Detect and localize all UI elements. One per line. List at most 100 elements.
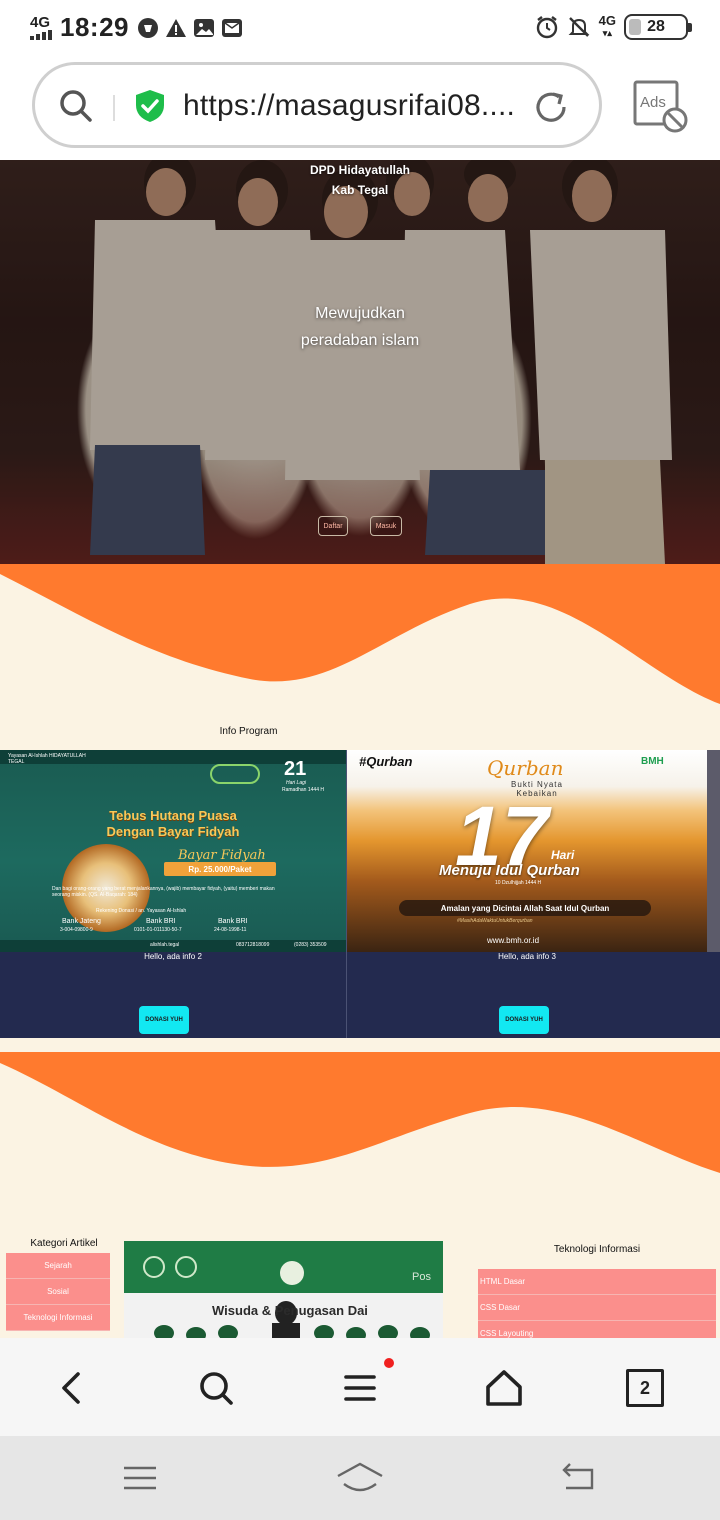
home-icon[interactable] <box>336 1458 384 1498</box>
login-button[interactable]: Masuk <box>370 516 402 536</box>
phone-screen: 4G 18:29 4G ▾▴ 28 https://masagusrifai08.… <box>0 0 720 1520</box>
category-item[interactable]: Sosial <box>6 1279 110 1305</box>
hero-tagline-line2: peradaban islam <box>300 332 420 349</box>
poster-bank-2-no: 0101-01-011130-50-7 <box>134 927 182 933</box>
wave-divider-2 <box>0 1038 720 1238</box>
poster-date: 10 Dzulhijjah 1444 H <box>495 880 542 886</box>
hero-org-name: DPD Hidayatullah Kab Tegal <box>0 160 720 200</box>
poster-rekening: Rekening Donasi / an. Yayasan Al-Ishlah <box>96 908 187 914</box>
wave-divider-1 <box>0 564 720 750</box>
hero-photo <box>0 160 720 564</box>
poster-body: Dan bagi orang-orang yang berat menjalan… <box>52 886 275 898</box>
category-item[interactable]: Teknologi Informasi <box>6 1305 110 1331</box>
tech-sidebar: Teknologi Informasi HTML Dasar CSS Dasar… <box>478 1244 716 1347</box>
poster-banner: Amalan yang Dicintai Allah Saat Idul Qur… <box>399 900 651 916</box>
url-text[interactable]: https://masagusrifai08.... <box>183 89 515 123</box>
mute-icon <box>568 17 590 37</box>
poster-hashtag: #Qurban <box>359 754 413 769</box>
donate-button[interactable]: DONASI YUH <box>499 1006 549 1034</box>
tabs-icon[interactable]: 2 <box>626 1369 664 1407</box>
featured-photo <box>124 1241 443 1338</box>
home-icon[interactable] <box>482 1366 526 1410</box>
browser-bottom-nav: 2 <box>0 1338 720 1436</box>
battery-icon: 28 <box>624 14 692 40</box>
card-caption: Hello, ada info 3 <box>498 952 556 961</box>
poster-bank-1-no: 3-004-09800-9 <box>60 927 93 933</box>
clock: 18:29 <box>60 12 129 42</box>
poster-bank-1: Bank Jateng <box>62 918 101 925</box>
status-bar: 4G 18:29 4G ▾▴ 28 <box>0 0 720 56</box>
next-card-peek[interactable] <box>707 750 720 952</box>
info-program-label: Info Program <box>219 726 278 737</box>
recents-icon[interactable] <box>120 1458 160 1498</box>
tabs-count: 2 <box>639 1377 650 1398</box>
featured-text: Wisuda & Penugasan Dai <box>212 1303 368 1318</box>
back-icon[interactable] <box>560 1458 600 1498</box>
featured-corner: Pos <box>412 1271 431 1283</box>
ads-block-button[interactable]: Ads <box>632 80 690 134</box>
program-card[interactable]: Yayasan Al-Ishlah HIDAYATULLAH TEGAL 21 … <box>0 750 346 1038</box>
poster-headline-1: Tebus Hutang Puasa <box>109 808 237 823</box>
tech-item[interactable]: HTML Dasar <box>478 1269 716 1295</box>
donate-button[interactable]: DONASI YUH <box>139 1006 189 1034</box>
poster-org: Yayasan Al-Ishlah HIDAYATULLAH TEGAL <box>8 753 86 765</box>
back-icon[interactable] <box>50 1366 94 1410</box>
register-button[interactable]: Daftar <box>318 516 348 536</box>
alert-icon <box>138 17 158 38</box>
warning-icon <box>166 18 186 37</box>
hero-tagline-line1: Mewujudkan <box>315 305 405 322</box>
poster-month: Ramadhan 1444 H <box>282 787 324 793</box>
poster-hashtag-2: #MasihAdaWaktuUntukBerqurban <box>457 918 533 924</box>
category-title: Kategori Artikel <box>30 1238 98 1249</box>
poster-title-script: Qurban <box>487 756 564 780</box>
hero-org-line1: DPD Hidayatullah <box>309 163 411 177</box>
alarm-icon <box>536 16 557 39</box>
qurban-poster: #Qurban BMH Qurban Bukti Nyata Kebaikan … <box>347 750 707 952</box>
poster-logo <box>210 764 260 784</box>
search-icon[interactable] <box>57 87 95 125</box>
card-caption: Hello, ada info 2 <box>144 952 202 961</box>
poster-phone-2: (0283) 353509 <box>294 942 327 948</box>
poster-headline-2: Dengan Bayar Fidyah <box>106 824 240 839</box>
menu-icon[interactable] <box>338 1366 382 1410</box>
gallery-icon <box>194 18 214 37</box>
url-divider <box>113 95 115 121</box>
system-nav-bar <box>0 1436 720 1520</box>
ads-label: Ads <box>640 94 666 111</box>
category-sidebar: Kategori Artikel Sejarah Sosial Teknolog… <box>4 1238 124 1331</box>
notification-dot <box>384 1358 394 1368</box>
info-program-carousel[interactable]: Yayasan Al-Ishlah HIDAYATULLAH TEGAL 21 … <box>0 750 720 1038</box>
poster-day: 21 <box>284 758 307 780</box>
browser-toolbar: https://masagusrifai08.... Ads <box>0 56 720 160</box>
poster-phone: 083712818099 <box>236 942 270 948</box>
status-right: 4G ▾▴ 28 <box>535 13 692 40</box>
fidyah-poster: Yayasan Al-Ishlah HIDAYATULLAH TEGAL 21 … <box>0 750 346 952</box>
category-item[interactable]: Sejarah <box>6 1253 110 1279</box>
network-4g-icon: 4G ▾▴ <box>598 13 616 38</box>
poster-script: Bayar Fidyah <box>178 848 266 863</box>
poster-bank-3-no: 24-08-1998-11 <box>214 927 247 933</box>
featured-article-image[interactable]: Wisuda & Penugasan Dai Pos <box>124 1241 443 1338</box>
poster-price: Rp. 25.000/Paket <box>164 862 276 876</box>
status-left: 4G 18:29 <box>30 12 243 43</box>
tech-title: Teknologi Informasi <box>553 1244 641 1255</box>
poster-brand: BMH <box>641 756 664 767</box>
poster-bank-2: Bank BRI <box>146 918 176 925</box>
poster-hari: Hari <box>551 848 575 862</box>
hero-banner: DPD Hidayatullah Kab Tegal Mewujudkan pe… <box>0 160 720 564</box>
poster-social: alishlah.tegal <box>150 942 180 948</box>
reload-icon[interactable] <box>531 87 571 127</box>
mail-icon <box>222 18 242 37</box>
poster-website: www.bmh.or.id <box>487 936 540 945</box>
url-bar[interactable]: https://masagusrifai08.... <box>32 62 602 148</box>
tech-item[interactable]: CSS Dasar <box>478 1295 716 1321</box>
shield-icon[interactable] <box>135 89 165 123</box>
hero-tagline: Mewujudkan peradaban islam <box>0 300 720 354</box>
poster-headline: Menuju Idul Qurban <box>439 862 580 879</box>
poster-bank-3: Bank BRI <box>218 918 248 925</box>
poster-day-sub: Hari Lagi <box>286 780 307 786</box>
search-icon[interactable] <box>194 1366 238 1410</box>
program-card[interactable]: #Qurban BMH Qurban Bukti Nyata Kebaikan … <box>347 750 707 1038</box>
hero-org-line2: Kab Tegal <box>331 183 389 197</box>
network-type: 4G <box>30 13 51 31</box>
